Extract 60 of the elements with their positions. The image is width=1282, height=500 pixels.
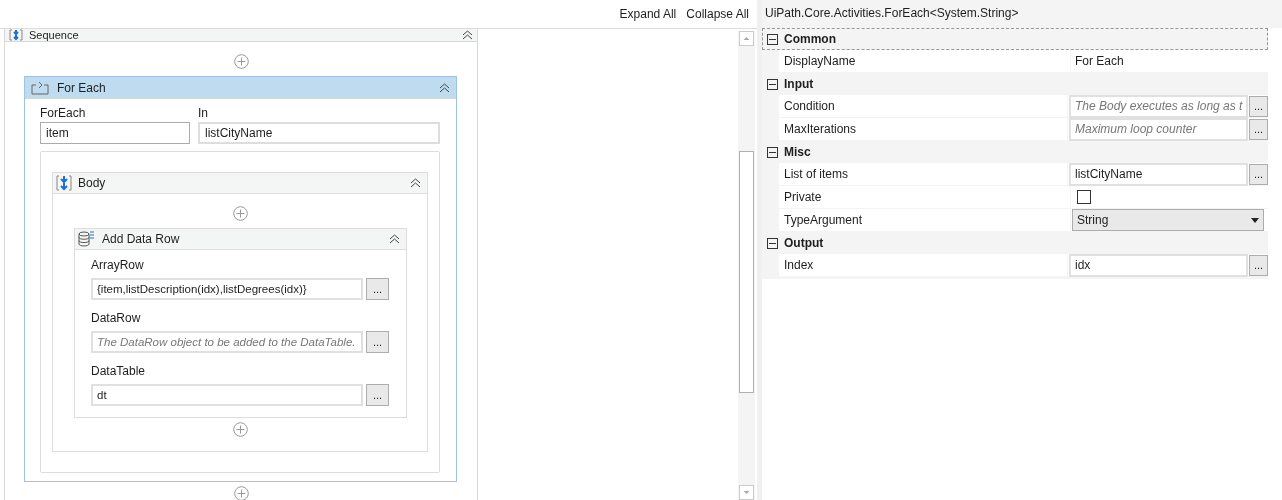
for-each-activity[interactable]: For Each ForEach item In listCityName Body Add Data Row ArrayRow {item,listDescription(idx),listDegrees(idx)} ... DataRow The DataRow object to be added to the DataTable. ... DataTable dt ...	[24, 76, 457, 482]
input-field[interactable]: The DataRow object to be added to the DataTable.	[91, 331, 363, 353]
activity-title: Add Data Row	[102, 232, 180, 246]
ellipsis-button[interactable]: ...	[1249, 95, 1268, 117]
field-label: DataRow	[91, 311, 142, 325]
property-label: Condition	[779, 95, 1068, 117]
collapse-icon[interactable]	[767, 78, 778, 90]
activity-title: Body	[78, 176, 106, 190]
add-activity-icon[interactable]	[233, 486, 249, 500]
property-label: MaxIterations	[779, 118, 1068, 140]
dropdown[interactable]: String	[1072, 209, 1264, 231]
input-field[interactable]: {item,listDescription(idx),listDegrees(idx)}	[91, 278, 363, 300]
sequence-icon	[9, 29, 23, 41]
input-field[interactable]: listCityName	[198, 122, 440, 144]
collapse-icon[interactable]	[767, 146, 778, 158]
collapse-icon[interactable]	[767, 237, 778, 249]
ellipsis-button[interactable]: ...	[366, 384, 389, 406]
property-value[interactable]: For Each	[1072, 54, 1124, 68]
input-field[interactable]: item	[40, 122, 190, 144]
add-activity-icon[interactable]	[232, 206, 248, 221]
property-label: Private	[779, 186, 1071, 208]
ellipsis-button[interactable]: ...	[1249, 254, 1268, 276]
database-icon	[78, 231, 94, 247]
field-label: In	[198, 106, 209, 120]
property-label: TypeArgument	[779, 209, 1071, 231]
toolbar-link[interactable]: Expand All	[615, 5, 681, 23]
property-label: DisplayName	[779, 50, 1071, 72]
category-header[interactable]: Misc	[762, 141, 1268, 163]
caret-icon	[1251, 217, 1259, 223]
input-field[interactable]: dt	[91, 384, 363, 406]
ellipsis-button[interactable]: ...	[1249, 163, 1268, 185]
field-label: ForEach	[40, 106, 87, 120]
field-label: ArrayRow	[91, 258, 145, 272]
add-activity-icon[interactable]	[232, 422, 248, 437]
ellipsis-button[interactable]: ...	[366, 331, 389, 353]
collapse-icon[interactable]	[439, 82, 450, 93]
collapse-icon[interactable]	[389, 234, 400, 244]
collapse-icon[interactable]	[462, 30, 473, 40]
field-label: DataTable	[91, 364, 147, 378]
input-field[interactable]: idx	[1069, 253, 1248, 277]
property-label: List of items	[779, 163, 1068, 185]
property-label: Index	[779, 254, 1068, 276]
ellipsis-button[interactable]: ...	[1249, 118, 1268, 140]
add-data-row-activity[interactable]: Add Data Row ArrayRow {item,listDescription(idx),listDegrees(idx)} ... DataRow The DataRow object to be added to the DataTable. ... DataTable dt ...	[74, 228, 407, 418]
checkbox[interactable]	[1077, 190, 1091, 204]
input-field[interactable]: listCityName	[1069, 162, 1248, 186]
input-field[interactable]: The Body executes as long as t	[1069, 94, 1248, 118]
collapse-icon[interactable]	[410, 178, 421, 188]
sequence-title: Sequence	[29, 29, 79, 41]
ellipsis-button[interactable]: ...	[366, 278, 389, 300]
properties-title: UiPath.Core.Activities.ForEach<System.String>	[762, 0, 1282, 28]
input-field[interactable]: Maximum loop counter	[1069, 117, 1248, 141]
activity-title: For Each	[57, 80, 106, 95]
add-activity-icon[interactable]	[233, 54, 249, 69]
loop-icon	[31, 80, 49, 95]
category-header[interactable]: Input	[762, 73, 1268, 95]
toolbar-link[interactable]: Collapse All	[682, 5, 753, 23]
category-header[interactable]: Output	[762, 232, 1268, 254]
collapse-icon[interactable]	[767, 33, 778, 45]
sequence-icon	[56, 175, 72, 191]
